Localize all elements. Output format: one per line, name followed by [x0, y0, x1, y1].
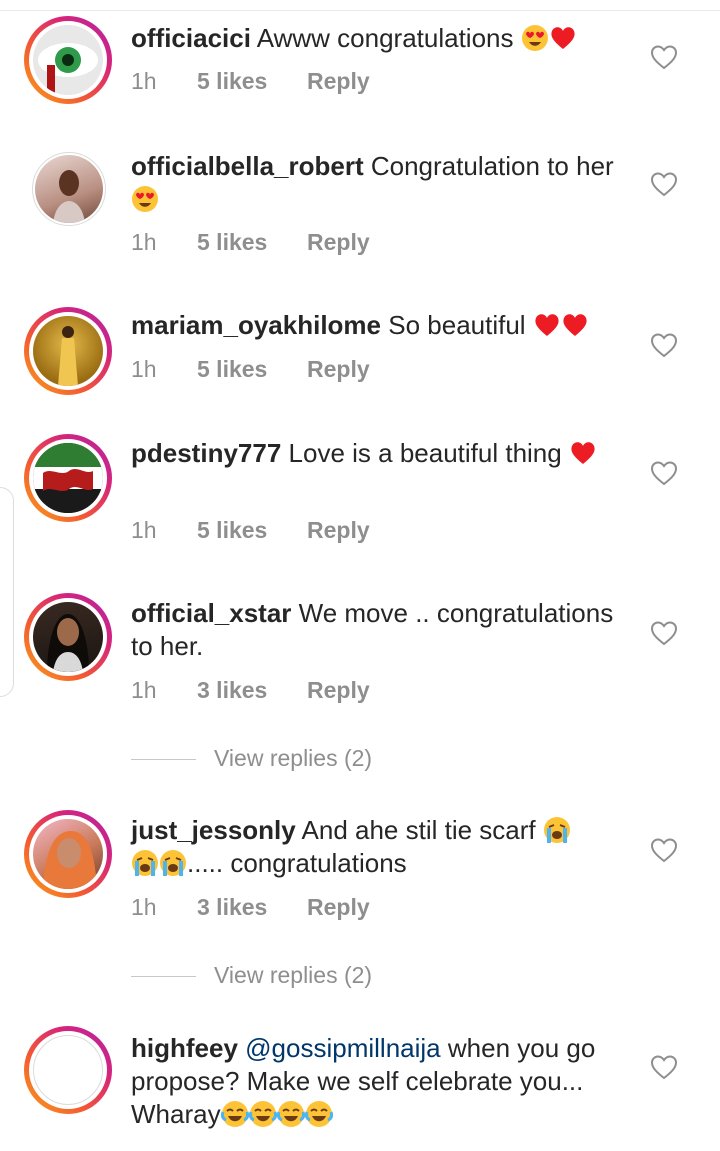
comment-meta: 1h 5 likes Reply	[131, 517, 370, 544]
username-link[interactable]: pdestiny777	[131, 438, 281, 468]
view-replies-label: View replies (2)	[214, 962, 373, 988]
red-heart-emoji-icon	[551, 27, 575, 49]
comment-text: officiacici Awww congratulations	[131, 22, 631, 55]
comment-text: pdestiny777 Love is a beautiful thing	[131, 437, 631, 470]
like-heart-icon[interactable]	[650, 332, 678, 358]
avatar[interactable]	[24, 434, 112, 522]
avatar[interactable]	[24, 810, 112, 898]
tears-of-joy-emoji-icon	[304, 1101, 333, 1127]
username-link[interactable]: mariam_oyakhilome	[131, 310, 381, 340]
comment-body: So beautiful	[388, 310, 526, 340]
reply-button[interactable]: Reply	[307, 229, 370, 256]
mention-link[interactable]: @gossipmillnaija	[245, 1033, 440, 1063]
comment-meta: 1h 5 likes Reply	[131, 68, 370, 95]
timestamp: 1h	[131, 517, 157, 543]
like-heart-icon[interactable]	[650, 837, 678, 863]
comment-text: mariam_oyakhilome So beautiful	[131, 309, 631, 342]
heart-eyes-emoji-icon	[521, 25, 548, 51]
avatar[interactable]	[32, 152, 106, 226]
replies-divider	[131, 976, 196, 978]
comment-body: And ahe stil tie scarf	[301, 815, 536, 845]
timestamp: 1h	[131, 894, 157, 920]
likes-count[interactable]: 5 likes	[197, 356, 307, 383]
tears-of-joy-emoji-icon	[276, 1101, 305, 1127]
avatar[interactable]	[24, 1026, 112, 1114]
heart-eyes-emoji-icon	[132, 186, 158, 212]
comment-body: Awww congratulations	[256, 23, 514, 53]
red-heart-emoji-icon	[563, 314, 587, 336]
comment-body: Congratulation to her	[370, 151, 614, 181]
view-replies-button[interactable]: View replies (2)	[131, 745, 372, 772]
reply-button[interactable]: Reply	[307, 356, 370, 383]
avatar[interactable]	[24, 307, 112, 395]
comment-meta: 1h 5 likes Reply	[131, 229, 370, 256]
reply-button[interactable]: Reply	[307, 894, 370, 921]
view-replies-button[interactable]: View replies (2)	[131, 962, 372, 989]
like-heart-icon[interactable]	[650, 460, 678, 486]
comment-text: official_xstar We move .. congratulation…	[131, 597, 631, 663]
likes-count[interactable]: 5 likes	[197, 68, 307, 95]
comment-meta: 1h 3 likes Reply	[131, 677, 370, 704]
likes-count[interactable]: 3 likes	[197, 677, 307, 704]
tears-of-joy-emoji-icon	[220, 1101, 249, 1127]
reply-button[interactable]: Reply	[307, 68, 370, 95]
comment-text: highfeey @gossipmillnaija when you go pr…	[131, 1032, 631, 1131]
avatar[interactable]	[24, 593, 112, 681]
likes-count[interactable]: 5 likes	[197, 229, 307, 256]
reply-button[interactable]: Reply	[307, 677, 370, 704]
tears-of-joy-emoji-icon	[248, 1101, 277, 1127]
crying-face-emoji-icon	[160, 850, 186, 876]
comment-text: officialbella_robert Congratulation to h…	[131, 150, 631, 216]
username-link[interactable]: highfeey	[131, 1033, 238, 1063]
comment-meta: 1h 5 likes Reply	[131, 356, 370, 383]
timestamp: 1h	[131, 356, 157, 382]
comment-body-continued: ..... congratulations	[187, 848, 407, 878]
likes-count[interactable]: 3 likes	[197, 894, 307, 921]
like-heart-icon[interactable]	[650, 44, 678, 70]
username-link[interactable]: official_xstar	[131, 598, 291, 628]
like-heart-icon[interactable]	[650, 1054, 678, 1080]
view-replies-label: View replies (2)	[214, 745, 373, 771]
username-link[interactable]: just_jessonly	[131, 815, 296, 845]
crying-face-emoji-icon	[132, 850, 158, 876]
reply-button[interactable]: Reply	[307, 517, 370, 544]
like-heart-icon[interactable]	[650, 171, 678, 197]
comment-meta: 1h 3 likes Reply	[131, 894, 370, 921]
username-link[interactable]: officialbella_robert	[131, 151, 364, 181]
timestamp: 1h	[131, 677, 157, 703]
crying-face-emoji-icon	[543, 817, 570, 843]
username-link[interactable]: officiacici	[131, 23, 251, 53]
red-heart-emoji-icon	[571, 442, 595, 464]
timestamp: 1h	[131, 229, 157, 255]
side-panel-edge	[0, 487, 14, 697]
timestamp: 1h	[131, 68, 157, 94]
replies-divider	[131, 759, 196, 761]
like-heart-icon[interactable]	[650, 620, 678, 646]
comment-text: just_jessonly And ahe stil tie scarf ...…	[131, 814, 631, 880]
red-heart-emoji-icon	[535, 314, 559, 336]
likes-count[interactable]: 5 likes	[197, 517, 307, 544]
comment-body: Love is a beautiful thing	[288, 438, 562, 468]
avatar[interactable]	[24, 16, 112, 104]
top-divider	[0, 0, 720, 11]
